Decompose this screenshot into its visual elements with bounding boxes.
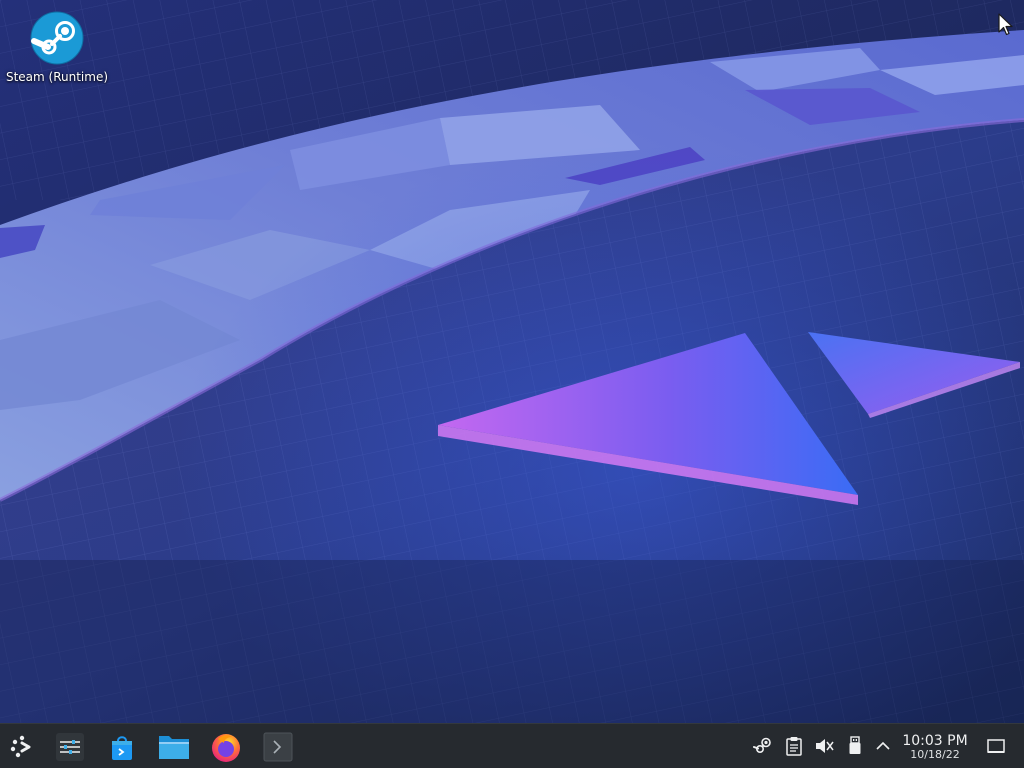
discover-button[interactable] [103,728,141,766]
firefox-button[interactable] [207,728,245,766]
terminal-icon [263,732,293,762]
sliders-icon [56,733,84,761]
konsole-button[interactable] [259,728,297,766]
application-launcher-button[interactable] [3,728,41,766]
steam-small-icon [753,737,771,754]
dolphin-file-manager-button[interactable] [155,728,193,766]
discover-shopping-bag-icon [112,736,132,760]
usb-drive-icon [849,736,861,754]
show-desktop-button[interactable] [985,735,1007,757]
firefox-icon [212,734,240,762]
show-hidden-icons-button[interactable] [873,736,893,756]
desktop-wallpaper [0,0,1024,723]
clipboard-icon [786,737,802,756]
steam-icon [30,11,84,65]
folder-icon [159,736,189,759]
steamdeck-logo-icon [10,735,31,758]
volume-button[interactable] [814,736,834,756]
steam-tray-button[interactable] [753,736,773,756]
system-settings-button[interactable] [51,728,89,766]
show-desktop-icon [987,739,1005,753]
desktop-icon-label: Steam (Runtime) [5,70,109,84]
speaker-muted-icon [816,739,834,753]
mouse-cursor-icon [998,13,1013,36]
clipboard-button[interactable] [784,736,804,756]
clock-time: 10:03 PM [902,732,968,749]
chevron-up-icon [876,741,890,750]
taskbar: 10:03 PM 10/18/22 [0,723,1024,768]
device-notifier-button[interactable] [845,736,865,756]
desktop-icon-steam-runtime[interactable]: Steam (Runtime) [4,8,110,100]
digital-clock[interactable]: 10:03 PM 10/18/22 [896,731,974,763]
clock-date: 10/18/22 [910,747,960,761]
